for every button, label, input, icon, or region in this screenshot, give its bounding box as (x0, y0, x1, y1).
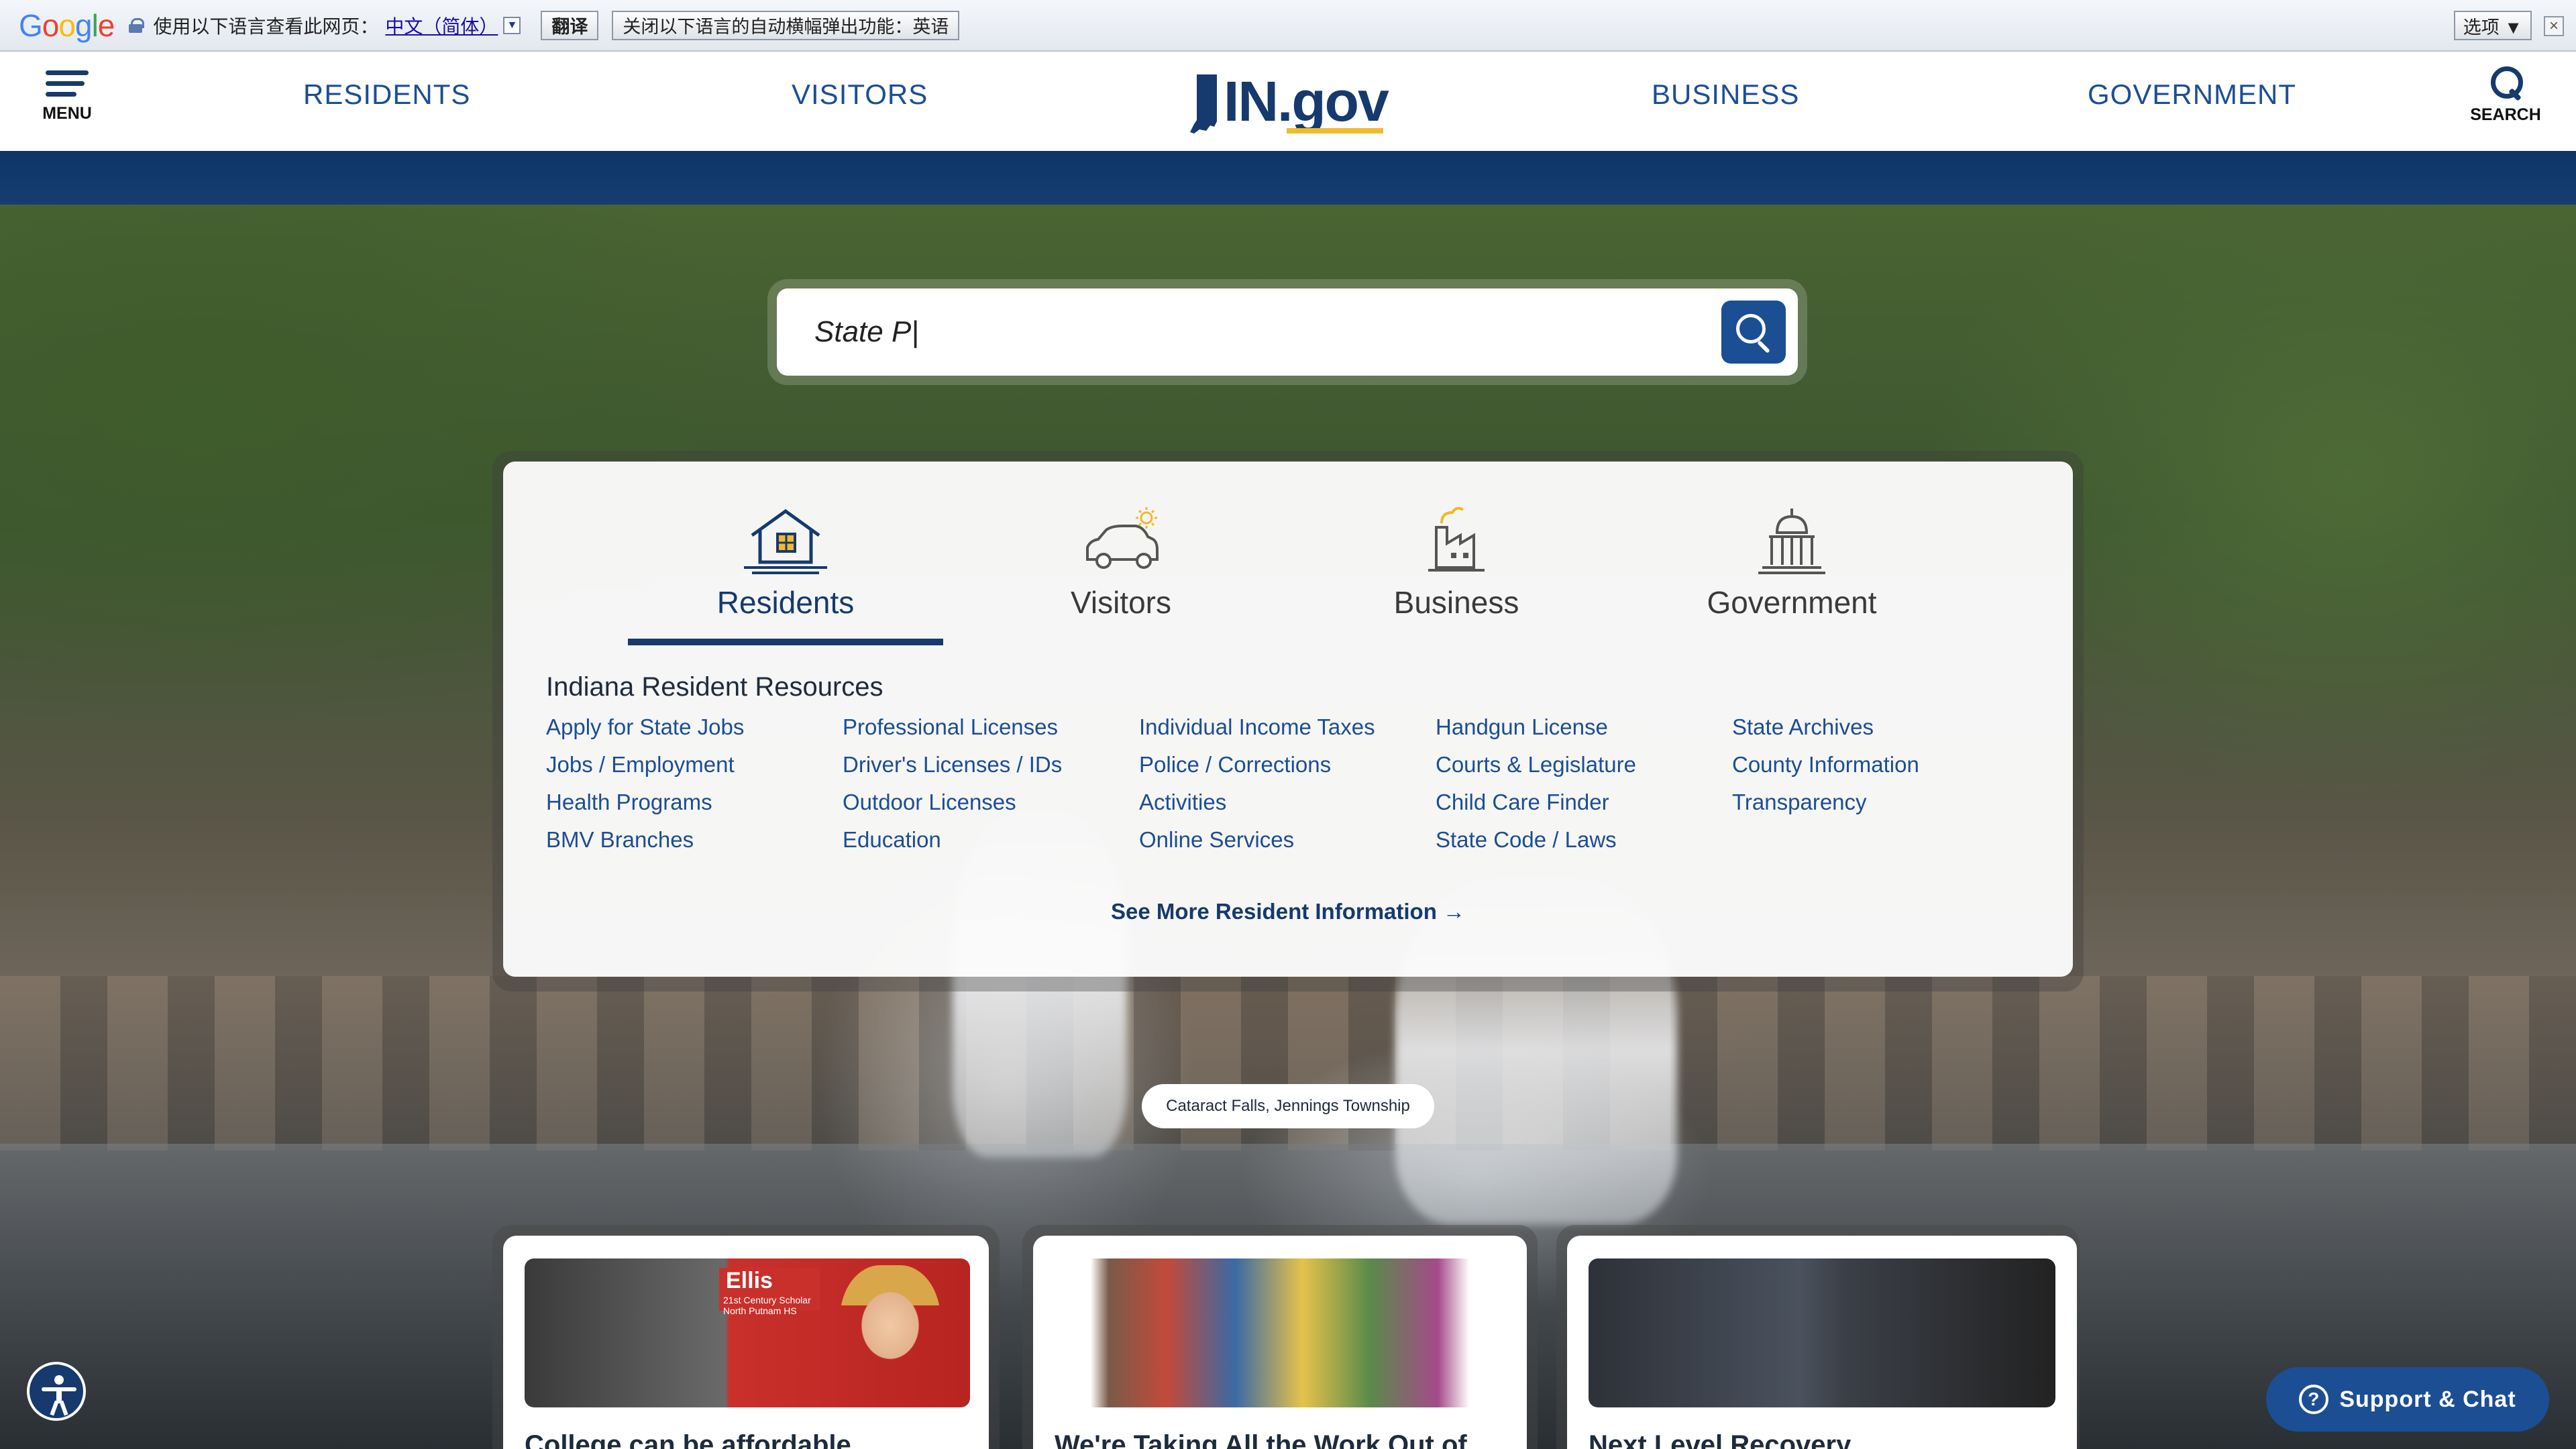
resource-column: State Archives County Information Transp… (1732, 713, 1919, 826)
logo-underline (1287, 128, 1383, 133)
google-logo: Google (19, 7, 115, 43)
resource-column: Handgun License Courts & Legislature Chi… (1436, 713, 1636, 863)
tab-label: Residents (716, 585, 855, 620)
link-professional-licenses[interactable]: Professional Licenses (843, 713, 1062, 751)
resources-title: Indiana Resident Resources (546, 672, 883, 702)
tab-government[interactable]: Government (1634, 503, 1949, 645)
card-title: We're Taking All the Work Out of (1055, 1430, 1467, 1449)
resource-column: Individual Income Taxes Police / Correct… (1139, 713, 1375, 863)
link-transparency[interactable]: Transparency (1732, 788, 1919, 826)
support-chat-label: Support & Chat (2339, 1386, 2516, 1412)
feature-card[interactable]: Next Level Recovery (1567, 1236, 2077, 1449)
tab-business[interactable]: Business (1299, 503, 1614, 645)
link-health-programs[interactable]: Health Programs (546, 788, 744, 826)
tab-visitors[interactable]: Visitors (963, 503, 1279, 645)
header-band (0, 151, 2576, 205)
card-image-banner-subtitle: 21st Century Scholar North Putnam HS (723, 1295, 811, 1316)
help-icon: ? (2299, 1385, 2329, 1414)
translate-button[interactable]: 翻译 (541, 10, 599, 40)
link-bmv-branches[interactable]: BMV Branches (546, 826, 744, 863)
hero-search-input[interactable] (814, 309, 1686, 356)
link-education[interactable]: Education (843, 826, 1062, 863)
card-image (1589, 1258, 2055, 1407)
link-outdoor-licenses[interactable]: Outdoor Licenses (843, 788, 1062, 826)
tab-label: Business (1393, 585, 1519, 620)
link-county-information[interactable]: County Information (1732, 751, 1919, 788)
site-header: MENU RESIDENTS VISITORS IN.gov BUSINESS … (0, 52, 2576, 151)
capitol-icon (1758, 508, 1825, 574)
menu-button[interactable]: MENU (40, 69, 94, 123)
logo-text: IN.gov (1224, 70, 1389, 133)
house-icon (744, 508, 827, 574)
translate-prompt: 使用以下语言查看此网页： (153, 15, 379, 37)
audience-panel: Residents Visitors Business Government I… (503, 462, 2073, 977)
link-drivers-licenses[interactable]: Driver's Licenses / IDs (843, 751, 1062, 788)
support-chat-button[interactable]: ? Support & Chat (2266, 1367, 2549, 1432)
feature-card[interactable]: Ellis 21st Century Scholar North Putnam … (503, 1236, 989, 1449)
link-apply-state-jobs[interactable]: Apply for State Jobs (546, 713, 744, 751)
link-police-corrections[interactable]: Police / Corrections (1139, 751, 1375, 788)
translate-language-link[interactable]: 中文（简体） (385, 12, 498, 39)
translate-options-button[interactable]: 选项 ▼ (2453, 11, 2532, 40)
in-gov-logo[interactable]: IN.gov (1187, 70, 1389, 133)
language-dropdown-icon[interactable]: ▼ (503, 16, 521, 34)
link-child-care-finder[interactable]: Child Care Finder (1436, 788, 1636, 826)
accessibility-button[interactable] (27, 1362, 86, 1421)
feature-card[interactable]: We're Taking All the Work Out of (1033, 1236, 1527, 1449)
link-courts-legislature[interactable]: Courts & Legislature (1436, 751, 1636, 788)
card-image: Ellis 21st Century Scholar North Putnam … (525, 1258, 970, 1407)
search-icon (1736, 314, 1766, 343)
never-translate-button[interactable]: 关闭以下语言的自动横幅弹出功能：英语 (612, 10, 960, 40)
card-title: College can be affordable (525, 1430, 851, 1449)
link-income-taxes[interactable]: Individual Income Taxes (1139, 713, 1375, 751)
search-label: SEARCH (2470, 105, 2541, 124)
hero-search-box (777, 288, 1798, 376)
tab-label: Visitors (1071, 585, 1171, 620)
factory-icon (1428, 506, 1485, 572)
nav-visitors[interactable]: VISITORS (792, 78, 928, 111)
link-handgun-license[interactable]: Handgun License (1436, 713, 1636, 751)
indiana-state-icon (1190, 74, 1217, 133)
header-search-button[interactable]: SEARCH (2469, 65, 2542, 125)
photo-caption: Cataract Falls, Jennings Township (1142, 1084, 1434, 1128)
link-state-code-laws[interactable]: State Code / Laws (1436, 826, 1636, 863)
card-title: Next Level Recovery (1589, 1430, 1851, 1449)
resource-column: Apply for State Jobs Jobs / Employment H… (546, 713, 744, 863)
tab-label: Government (1707, 585, 1877, 620)
student-photo (840, 1265, 941, 1399)
link-state-archives[interactable]: State Archives (1732, 713, 1919, 751)
hamburger-icon (46, 69, 89, 99)
link-online-services[interactable]: Online Services (1139, 826, 1375, 863)
resource-column: Professional Licenses Driver's Licenses … (843, 713, 1062, 863)
translate-bar: Google 使用以下语言查看此网页： 中文（简体） ▼ 翻译 关闭以下语言的自… (0, 0, 2576, 52)
nav-residents[interactable]: RESIDENTS (303, 78, 470, 111)
close-translate-bar-icon[interactable]: × (2544, 16, 2564, 36)
link-activities[interactable]: Activities (1139, 788, 1375, 826)
hero-search-submit-button[interactable] (1721, 301, 1786, 364)
card-image (1055, 1258, 1505, 1407)
link-jobs-employment[interactable]: Jobs / Employment (546, 751, 744, 788)
lock-icon (129, 17, 145, 33)
tab-residents[interactable]: Residents (628, 503, 943, 645)
car-icon (1086, 507, 1159, 569)
search-icon (2488, 65, 2523, 100)
see-more-resident-link[interactable]: See More Resident Information → (503, 899, 2073, 924)
nav-business[interactable]: BUSINESS (1652, 78, 1799, 111)
menu-label: MENU (42, 104, 92, 123)
nav-government[interactable]: GOVERNMENT (2088, 78, 2296, 111)
